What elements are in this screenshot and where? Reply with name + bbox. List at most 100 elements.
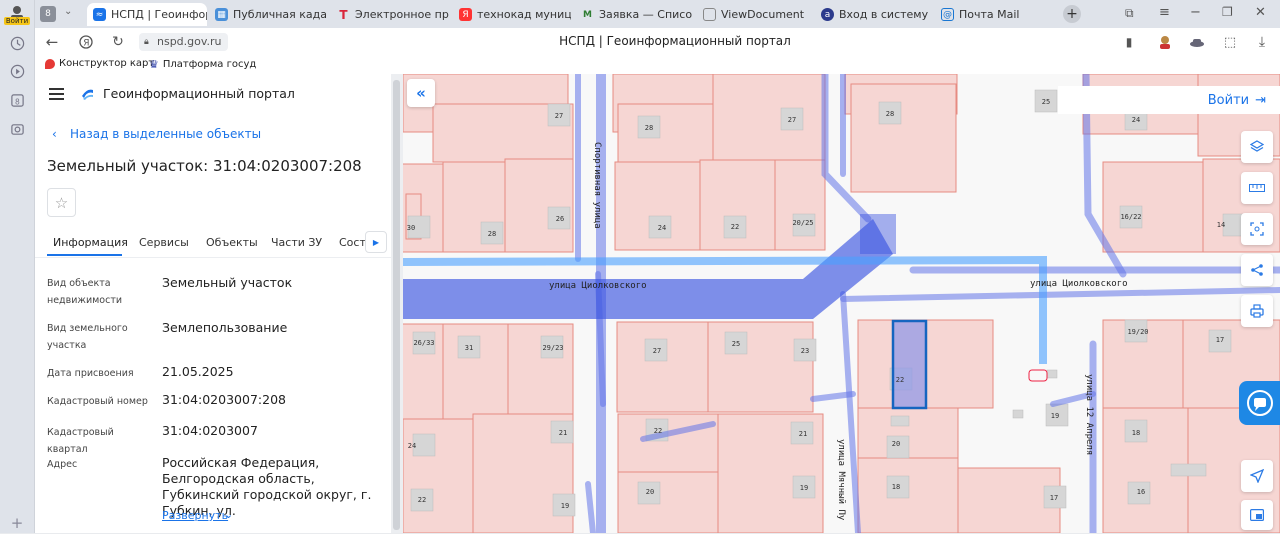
expand-link[interactable]: Развернуть bbox=[162, 509, 228, 522]
envelope-icon: @ bbox=[941, 8, 954, 21]
svg-text:улица Мячный Пу: улица Мячный Пу bbox=[836, 439, 846, 521]
svg-text:16: 16 bbox=[1137, 488, 1145, 496]
tab-objects[interactable]: Объекты bbox=[206, 236, 258, 249]
panel-scrollbar[interactable] bbox=[391, 74, 403, 533]
close-window-icon[interactable]: ✕ bbox=[1255, 5, 1266, 20]
extension-avatar-icon[interactable] bbox=[1155, 32, 1175, 52]
tab-yandex[interactable]: Я технокад муниципа bbox=[453, 3, 571, 26]
collapse-panel-icon[interactable]: « bbox=[407, 79, 435, 107]
svg-text:21: 21 bbox=[799, 430, 807, 438]
svg-text:31: 31 bbox=[465, 344, 473, 352]
reload-icon[interactable]: ↻ bbox=[109, 33, 127, 51]
add-panel-icon[interactable]: + bbox=[6, 512, 28, 534]
downloads-folder-icon[interactable]: ⬚ bbox=[1221, 33, 1239, 51]
minimap-icon[interactable] bbox=[1241, 500, 1273, 530]
profile-button[interactable]: Войти bbox=[3, 2, 31, 28]
back-icon[interactable]: ← bbox=[43, 33, 61, 51]
svg-text:27: 27 bbox=[653, 347, 661, 355]
bookmark-icon[interactable]: ▮ bbox=[1120, 33, 1138, 51]
svg-text:19: 19 bbox=[1051, 412, 1059, 420]
svg-text:26/33: 26/33 bbox=[413, 339, 434, 347]
svg-text:20/25: 20/25 bbox=[792, 219, 813, 227]
tab-mail[interactable]: @ Почта Mail bbox=[935, 3, 1053, 26]
field-value: Земельный участок bbox=[162, 275, 293, 290]
lock-icon: 🔒︎ bbox=[144, 37, 149, 47]
field-label: Кадастровый квартал bbox=[47, 427, 114, 455]
svg-text:14: 14 bbox=[1217, 221, 1225, 229]
share-icon[interactable] bbox=[1241, 254, 1273, 286]
portal-logo-icon bbox=[79, 85, 95, 101]
document-icon bbox=[703, 8, 716, 21]
minimize-icon[interactable]: − bbox=[1190, 5, 1201, 20]
hat-icon[interactable] bbox=[1187, 33, 1207, 51]
pin-icon bbox=[45, 58, 55, 69]
menu-icon[interactable]: ≡ bbox=[1159, 5, 1170, 20]
collections-icon[interactable]: ⧉ bbox=[1125, 6, 1134, 21]
tab-cadastre[interactable]: ▦ Публичная кадастр bbox=[209, 3, 327, 26]
layers-icon[interactable] bbox=[1241, 131, 1273, 163]
chat-assistant-icon[interactable] bbox=[1239, 381, 1280, 425]
hamburger-menu-icon[interactable] bbox=[47, 86, 65, 102]
field-value: 31:04:0203007 bbox=[162, 423, 258, 438]
tab-login[interactable]: a Вход в систему bbox=[815, 3, 933, 26]
svg-text:улица Циолковского: улица Циолковского bbox=[1030, 279, 1128, 289]
back-link[interactable]: Назад в выделенные объекты bbox=[70, 127, 261, 141]
yandex-icon: Я bbox=[459, 8, 472, 21]
field-label: Кадастровый номер bbox=[47, 396, 148, 407]
tab-viewdocument[interactable]: ViewDocument bbox=[697, 3, 815, 26]
select-area-icon[interactable] bbox=[1241, 213, 1273, 245]
tabs-scroll-right-icon[interactable]: ▶ bbox=[365, 231, 387, 253]
tab-info[interactable]: Информация bbox=[53, 236, 128, 249]
map-view[interactable]: 27 28 27 28 25 24 30 28 26 24 22 20/25 16/22 14 26/3… bbox=[403, 74, 1280, 533]
bookmark-label: Платформа госуд bbox=[162, 59, 257, 70]
history-icon[interactable] bbox=[6, 32, 28, 54]
page-title: НСПД | Геоинформационный портал bbox=[559, 34, 791, 48]
map-icon: ▦ bbox=[215, 8, 228, 21]
svg-text:18: 18 bbox=[892, 483, 900, 491]
tab-counter-icon[interactable]: 8 bbox=[40, 6, 56, 22]
tab-consultant[interactable]: T Электронное прави bbox=[331, 3, 449, 26]
svg-text:25: 25 bbox=[1042, 98, 1050, 106]
new-tab-button[interactable]: + bbox=[1063, 5, 1081, 23]
bookmark-item[interactable]: ♛ Платформа госуд bbox=[149, 58, 256, 71]
login-button[interactable]: Войти ⇥ bbox=[1058, 86, 1280, 114]
object-info-panel: Геоинформационный портал ‹ Назад в выдел… bbox=[35, 74, 391, 533]
login-label: Войти bbox=[1207, 92, 1250, 108]
tab-request[interactable]: M Заявка — Список за bbox=[575, 3, 693, 26]
navigate-icon[interactable] bbox=[1241, 460, 1273, 492]
tab-title: Почта Mail bbox=[959, 8, 1020, 21]
ruler-icon[interactable] bbox=[1241, 172, 1273, 204]
svg-text:22: 22 bbox=[418, 496, 426, 504]
bookmark-item[interactable]: Конструктор карт bbox=[45, 58, 154, 69]
consultant-icon: T bbox=[339, 7, 348, 22]
yandex-button-icon[interactable]: Я bbox=[77, 33, 95, 51]
star-icon[interactable]: ☆ bbox=[47, 188, 76, 217]
url-field[interactable]: 🔒︎ nspd.gov.ru bbox=[139, 33, 228, 51]
svg-text:19/20: 19/20 bbox=[1127, 328, 1148, 336]
chevron-left-icon[interactable]: ‹ bbox=[52, 127, 57, 141]
svg-text:22: 22 bbox=[654, 427, 662, 435]
svg-text:22: 22 bbox=[731, 223, 739, 231]
svg-text:27: 27 bbox=[788, 116, 796, 124]
tab-nspd[interactable]: ≈ НСПД | Геоинфор ✕ bbox=[87, 3, 207, 26]
calendar-icon[interactable]: 8 bbox=[6, 89, 28, 111]
restore-icon[interactable]: ❐ bbox=[1222, 5, 1233, 19]
tab-services[interactable]: Сервисы bbox=[139, 236, 189, 249]
browser-sidebar: Войти 8 + bbox=[0, 0, 35, 533]
play-icon[interactable] bbox=[6, 60, 28, 82]
tab-parts[interactable]: Части ЗУ bbox=[271, 236, 322, 249]
svg-text:28: 28 bbox=[645, 124, 653, 132]
download-icon[interactable]: ⤓ bbox=[1253, 33, 1271, 51]
profile-label: Войти bbox=[3, 17, 31, 25]
object-title: Земельный участок: 31:04:0203007:208 bbox=[47, 157, 362, 175]
field-value: 21.05.2025 bbox=[162, 364, 234, 379]
svg-text:19: 19 bbox=[800, 484, 808, 492]
chevron-down-icon[interactable]: ⌄ bbox=[224, 508, 233, 521]
mail-icon: M bbox=[583, 9, 592, 20]
camera-icon[interactable] bbox=[6, 118, 28, 140]
print-icon[interactable] bbox=[1241, 295, 1273, 327]
svg-text:19: 19 bbox=[561, 502, 569, 510]
tab-list-chevron-icon[interactable]: ⌄ bbox=[64, 6, 72, 17]
login-icon: a bbox=[821, 8, 834, 21]
svg-text:24: 24 bbox=[1132, 116, 1140, 124]
